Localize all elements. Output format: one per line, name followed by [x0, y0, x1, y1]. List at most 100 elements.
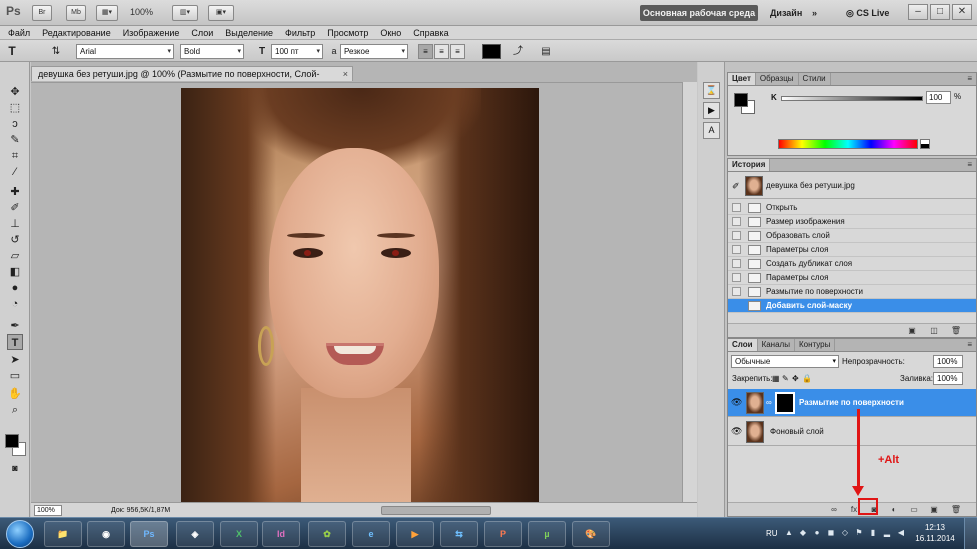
healing-brush-tool-icon[interactable]: ✚: [7, 184, 23, 200]
tray-flag-icon[interactable]: ⚑: [854, 528, 864, 538]
history-brush-source-icon[interactable]: ✐: [732, 181, 740, 192]
menu-edit[interactable]: Редактирование: [36, 26, 117, 40]
chain-link-icon[interactable]: ∞: [766, 398, 772, 407]
character-panel-icon[interactable]: ▤: [538, 44, 554, 59]
arrange-documents-button[interactable]: ▥▾: [172, 5, 198, 21]
taskbar-teamviewer-icon[interactable]: ⇆: [440, 521, 478, 547]
move-tool-icon[interactable]: ✥: [7, 84, 23, 100]
tray-volume-icon[interactable]: ◀: [896, 528, 906, 538]
layer-mask-thumbnail[interactable]: [775, 392, 795, 414]
font-size-select[interactable]: 100 пт ▾: [271, 44, 323, 59]
create-snapshot-icon[interactable]: ◫: [928, 326, 940, 336]
history-brush-tool-icon[interactable]: ↺: [7, 232, 23, 248]
menu-select[interactable]: Выделение: [219, 26, 279, 40]
screen-mode-button[interactable]: ▣▾: [208, 5, 234, 21]
maximize-icon[interactable]: □: [930, 4, 950, 20]
more-workspaces-button[interactable]: »: [812, 5, 817, 21]
taskbar-utorrent-icon[interactable]: µ: [528, 521, 566, 547]
foreground-color-swatch[interactable]: [5, 434, 19, 448]
mini-bridge-button[interactable]: Mb: [66, 5, 86, 21]
marquee-tool-icon[interactable]: ⬚: [7, 100, 23, 116]
taskbar-corel-icon[interactable]: ✿: [308, 521, 346, 547]
close-document-icon[interactable]: ×: [343, 67, 348, 81]
new-document-from-state-icon[interactable]: ▣: [906, 326, 918, 336]
toggle-orientation-icon[interactable]: ⇅: [48, 44, 64, 59]
eye-icon[interactable]: 👁: [731, 397, 742, 408]
panel-menu-icon[interactable]: ≡: [967, 159, 972, 171]
layer-row[interactable]: 👁 ∞ Размытие по поверхности: [728, 389, 976, 417]
dodge-tool-icon[interactable]: ◔: [7, 296, 23, 312]
history-source-checkbox[interactable]: [732, 231, 741, 240]
history-source-checkbox[interactable]: [732, 259, 741, 268]
taskbar-explorer-icon[interactable]: 📁: [44, 521, 82, 547]
history-snapshot[interactable]: ✐ девушка без ретуши.jpg: [728, 173, 976, 199]
menu-filter[interactable]: Фильтр: [279, 26, 321, 40]
pen-tool-icon[interactable]: ✒: [7, 318, 23, 334]
tab-styles[interactable]: Стили: [799, 73, 831, 85]
eye-icon[interactable]: 👁: [731, 426, 742, 437]
panel-menu-icon[interactable]: ≡: [967, 339, 972, 351]
gradient-tool-icon[interactable]: ◧: [7, 264, 23, 280]
lock-transparent-icon[interactable]: ▦: [772, 372, 780, 385]
canvas[interactable]: [31, 82, 697, 503]
history-step[interactable]: Открыть: [728, 201, 976, 215]
crop-tool-icon[interactable]: ⌗: [7, 148, 23, 164]
history-step[interactable]: Размытие по поверхности: [728, 285, 976, 299]
taskbar-powerpoint-icon[interactable]: P: [484, 521, 522, 547]
show-desktop-button[interactable]: [964, 518, 977, 549]
workspace-essentials-button[interactable]: Основная рабочая среда: [640, 5, 758, 21]
vertical-scrollbar[interactable]: [682, 82, 697, 502]
path-select-tool-icon[interactable]: ➤: [7, 352, 23, 368]
clone-stamp-tool-icon[interactable]: ⊥: [7, 216, 23, 232]
k-value-input[interactable]: 100: [926, 91, 951, 104]
history-step[interactable]: Размер изображения: [728, 215, 976, 229]
tab-channels[interactable]: Каналы: [758, 339, 795, 351]
quick-select-tool-icon[interactable]: ✎: [7, 132, 23, 148]
menu-file[interactable]: Файл: [0, 26, 36, 40]
tab-history[interactable]: История: [728, 159, 771, 171]
document-tab[interactable]: девушка без ретуши.jpg @ 100% (Размытие …: [31, 66, 353, 93]
taskbar-media-icon[interactable]: ▶: [396, 521, 434, 547]
fill-input[interactable]: 100%: [933, 372, 963, 385]
tray-app-icon[interactable]: ◇: [840, 528, 850, 538]
history-source-checkbox[interactable]: [732, 203, 741, 212]
history-step[interactable]: Параметры слоя: [728, 243, 976, 257]
new-group-icon[interactable]: ▭: [908, 505, 920, 515]
history-source-checkbox[interactable]: [732, 301, 741, 310]
taskbar-viewer-icon[interactable]: ◈: [176, 521, 214, 547]
delete-layer-icon[interactable]: 🗑: [950, 505, 962, 515]
menu-view[interactable]: Просмотр: [321, 26, 374, 40]
panel-foreground-swatch[interactable]: [734, 93, 748, 107]
cs-live-button[interactable]: ◎ CS Live: [846, 5, 889, 21]
menu-help[interactable]: Справка: [407, 26, 454, 40]
color-spectrum[interactable]: [778, 139, 918, 149]
taskbar-excel-icon[interactable]: X: [220, 521, 258, 547]
tray-battery-icon[interactable]: ▮: [868, 528, 878, 538]
tab-paths[interactable]: Контуры: [795, 339, 836, 351]
taskbar-chrome-icon[interactable]: ◉: [87, 521, 125, 547]
history-step[interactable]: Образовать слой: [728, 229, 976, 243]
tray-clock[interactable]: 12:13 16.11.2014: [912, 522, 958, 544]
font-family-select[interactable]: Arial ▾: [76, 44, 174, 59]
lock-all-icon[interactable]: 🔒: [802, 372, 812, 385]
taskbar-ie-icon[interactable]: e: [352, 521, 390, 547]
align-left-icon[interactable]: ≡: [418, 44, 433, 59]
tab-swatches[interactable]: Образцы: [756, 73, 799, 85]
character-panel-icon[interactable]: A: [703, 122, 720, 139]
lasso-tool-icon[interactable]: ↄ: [7, 116, 23, 132]
input-language[interactable]: RU: [766, 529, 778, 538]
warp-text-icon[interactable]: ⤴: [510, 44, 526, 59]
tray-network-icon[interactable]: ▂: [882, 528, 892, 538]
new-layer-icon[interactable]: ▣: [928, 505, 940, 515]
quick-mask-icon[interactable]: ◙: [7, 460, 23, 476]
doc-size-info[interactable]: Док: 956,5K/1,87M: [111, 505, 170, 516]
hand-tool-icon[interactable]: ✋: [7, 386, 23, 402]
menu-window[interactable]: Окно: [374, 26, 407, 40]
extras-button[interactable]: ▦▾: [96, 5, 118, 21]
type-tool-icon[interactable]: T: [7, 334, 23, 350]
history-step[interactable]: Создать дубликат слоя: [728, 257, 976, 271]
delete-state-icon[interactable]: 🗑: [950, 326, 962, 336]
zoom-tool-icon[interactable]: ⌕: [7, 402, 23, 418]
history-step[interactable]: Параметры слоя: [728, 271, 976, 285]
lock-image-icon[interactable]: ✎: [782, 372, 789, 385]
